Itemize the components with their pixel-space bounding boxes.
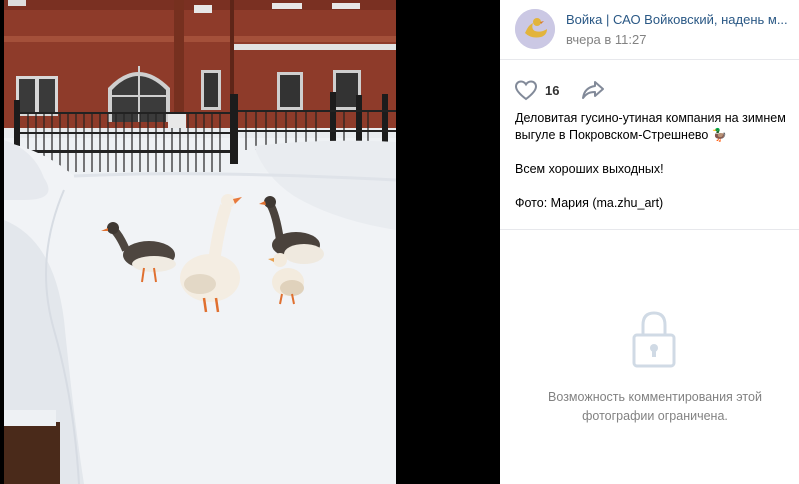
post-time[interactable]: вчера в 11:27: [566, 32, 646, 47]
share-button[interactable]: [581, 80, 605, 100]
comments-restricted-message: Возможность комментирования этой фотогра…: [548, 390, 762, 423]
post-description: Деловитая гусино-утиная компания на зимн…: [515, 111, 786, 142]
post-photo-credit: Фото: Мария (ma.zhu_art): [515, 196, 664, 210]
divider: [500, 229, 799, 230]
post-header: Войка | САО Войковский, надень м... вчер…: [500, 0, 799, 60]
post-actions: 16: [514, 79, 605, 101]
photo[interactable]: [4, 0, 396, 484]
heart-icon: [514, 80, 538, 101]
post-text: Деловитая гусино-утиная компания на зимн…: [515, 110, 790, 229]
like-button[interactable]: 16: [514, 79, 559, 101]
author-link[interactable]: Войка | САО Войковский, надень м...: [566, 12, 790, 27]
duck-logo-icon: [515, 9, 555, 49]
geese-photo: [4, 0, 396, 484]
lock-icon: [632, 309, 676, 374]
post-wishes: Всем хороших выходных!: [515, 162, 664, 176]
like-count: 16: [545, 82, 560, 98]
avatar[interactable]: [515, 9, 555, 49]
share-arrow-icon: [582, 81, 605, 99]
post-side-panel: Войка | САО Войковский, надень м... вчер…: [500, 0, 799, 484]
photo-viewer: [0, 0, 500, 484]
